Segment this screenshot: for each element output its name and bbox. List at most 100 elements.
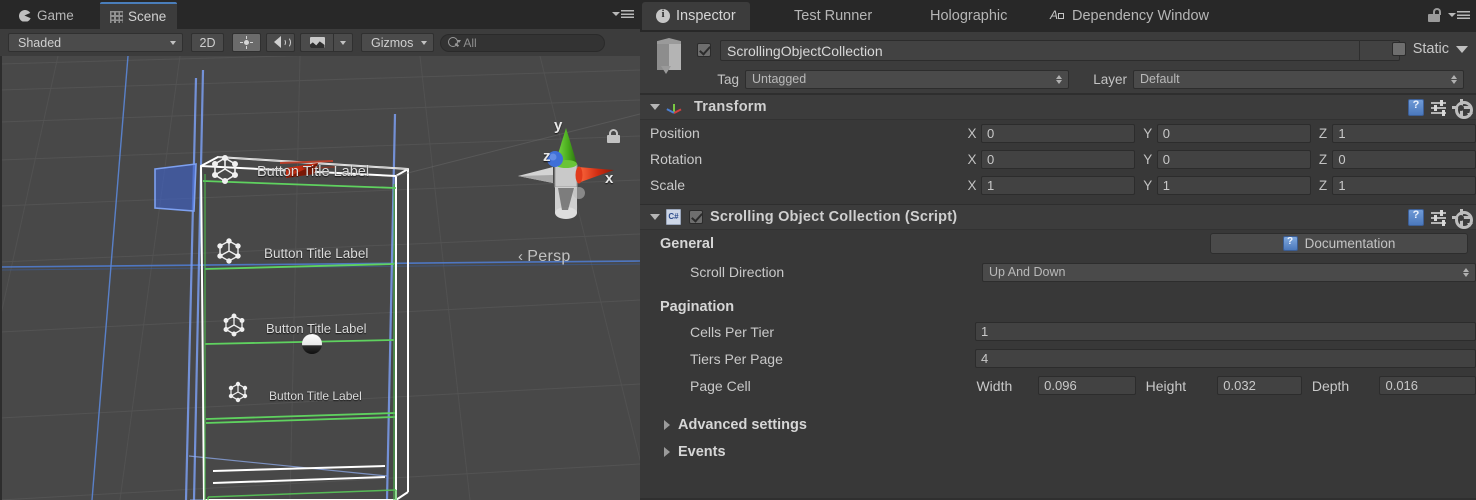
- preset-icon[interactable]: [1431, 210, 1446, 225]
- events-label: Events: [678, 443, 726, 460]
- info-icon: [656, 8, 670, 23]
- axis-y-label: Y: [1143, 177, 1153, 193]
- advanced-settings-label: Advanced settings: [678, 416, 807, 433]
- inspector-menu-icon[interactable]: [1448, 10, 1470, 22]
- position-x-input[interactable]: 0: [981, 123, 1136, 143]
- chevron-down-icon: [170, 40, 176, 45]
- tab-inspector[interactable]: Inspector: [642, 2, 750, 30]
- tag-dropdown[interactable]: Untagged: [745, 69, 1069, 89]
- rotation-y-input[interactable]: 0: [1156, 149, 1311, 169]
- page-cell-height-input[interactable]: 0.032: [1217, 376, 1302, 395]
- speaker-icon: [273, 36, 291, 49]
- scene-viewport[interactable]: y z x ‹ Persp Button Title Label Button T…: [0, 56, 640, 500]
- page-cell-width-value: 0.096: [1044, 378, 1077, 393]
- inspector-lock-icon[interactable]: [1428, 8, 1441, 22]
- page-cell-depth-label: Depth: [1311, 377, 1350, 394]
- search-icon: [448, 37, 461, 48]
- scroll-direction-row: Scroll Direction Up And Down: [640, 258, 1476, 286]
- preset-icon[interactable]: [1431, 100, 1446, 115]
- transform-header-buttons: [1408, 98, 1473, 119]
- tab-scene[interactable]: Scene: [100, 2, 178, 29]
- scroll-direction-label: Scroll Direction: [690, 264, 785, 280]
- axis-x-label: X: [967, 125, 977, 141]
- transform-component-header[interactable]: Transform: [640, 94, 1476, 120]
- hamburger-icon: [1457, 11, 1470, 20]
- documentation-button[interactable]: Documentation: [1210, 233, 1468, 254]
- scene-search-input[interactable]: All: [440, 33, 606, 52]
- tag-layer-row: Tag Untagged Layer Default: [640, 68, 1476, 90]
- position-y-input[interactable]: 0: [1156, 123, 1311, 143]
- tab-game[interactable]: Game: [8, 2, 85, 29]
- scene-toolbar: Shaded 2D Gizmos All: [0, 29, 640, 56]
- hamburger-icon: [621, 10, 634, 19]
- grid-icon: [110, 11, 123, 23]
- help-icon[interactable]: [1408, 99, 1424, 116]
- scene-fx-button[interactable]: [300, 33, 333, 52]
- scale-z-input[interactable]: 1: [1332, 175, 1476, 195]
- help-icon[interactable]: [1408, 209, 1424, 226]
- scene-lighting-button[interactable]: [232, 33, 261, 52]
- object-name-input[interactable]: ScrollingObjectCollection: [720, 40, 1400, 61]
- dependency-icon: A: [1050, 9, 1066, 23]
- scale-z-value: 1: [1338, 177, 1346, 193]
- position-label: Position: [650, 125, 700, 141]
- position-z-value: 1: [1338, 125, 1346, 141]
- updown-icon: [1451, 74, 1458, 85]
- general-section-header-row: General Documentation: [640, 230, 1476, 258]
- scale-x-input[interactable]: 1: [981, 175, 1136, 195]
- events-foldout-row[interactable]: Events: [640, 438, 1476, 465]
- scale-y-input[interactable]: 1: [1156, 175, 1311, 195]
- updown-icon: [1056, 74, 1063, 85]
- gear-icon[interactable]: [1452, 208, 1473, 229]
- static-dropdown-icon[interactable]: [1456, 45, 1468, 53]
- draw-mode-dropdown[interactable]: Shaded: [8, 33, 183, 52]
- scene-search-placeholder: All: [463, 35, 477, 50]
- layer-dropdown[interactable]: Default: [1133, 69, 1464, 89]
- events-foldout-icon[interactable]: [664, 446, 670, 457]
- page-cell-height-label: Height: [1145, 377, 1187, 394]
- cells-per-tier-input[interactable]: 1: [975, 322, 1476, 341]
- advanced-settings-foldout-row[interactable]: Advanced settings: [640, 411, 1476, 438]
- gear-icon[interactable]: [1452, 98, 1473, 119]
- csharp-script-icon: [666, 209, 681, 225]
- advanced-settings-foldout-icon[interactable]: [664, 419, 670, 430]
- page-cell-row: Page Cell Width 0.096 Height 0.032 Depth…: [640, 372, 1476, 399]
- toggle-2d-button[interactable]: 2D: [191, 33, 224, 52]
- rotation-z-value: 0: [1338, 151, 1346, 167]
- position-z-input[interactable]: 1: [1332, 123, 1476, 143]
- axis-x-label: X: [967, 151, 977, 167]
- tiers-per-page-label: Tiers Per Page: [690, 350, 783, 367]
- static-checkbox[interactable]: [1391, 42, 1406, 56]
- script-foldout-icon[interactable]: [650, 214, 660, 220]
- toggle-2d-label: 2D: [199, 35, 216, 50]
- scene-audio-button[interactable]: [266, 33, 295, 52]
- layer-value: Default: [1140, 72, 1180, 86]
- inspector-panel: Inspector Test Runner Holographic A Depe…: [640, 0, 1476, 500]
- transform-foldout-icon[interactable]: [650, 104, 660, 110]
- rotation-x-input[interactable]: 0: [981, 149, 1136, 169]
- axis-z-label: Z: [1318, 151, 1328, 167]
- script-component-header[interactable]: Scrolling Object Collection (Script): [640, 204, 1476, 230]
- chevron-down-icon: [421, 40, 428, 45]
- tab-holographic[interactable]: Holographic: [916, 2, 1021, 30]
- tab-test-runner[interactable]: Test Runner: [780, 2, 886, 30]
- scene-panel-menu-icon[interactable]: [612, 8, 634, 21]
- page-cell-depth-input[interactable]: 0.016: [1379, 376, 1476, 395]
- tab-dependency-window[interactable]: A Dependency Window: [1036, 2, 1223, 30]
- transform-axis-icon: [666, 99, 682, 115]
- scene-fx-dropdown[interactable]: [333, 33, 353, 52]
- tab-scene-label: Scene: [128, 9, 167, 24]
- page-cell-height-value: 0.032: [1223, 378, 1256, 393]
- page-cell-width-input[interactable]: 0.096: [1038, 376, 1136, 395]
- page-cell-depth-value: 0.016: [1385, 378, 1419, 393]
- scroll-direction-dropdown[interactable]: Up And Down: [982, 262, 1476, 282]
- cells-per-tier-row: Cells Per Tier 1: [640, 318, 1476, 345]
- script-enabled-checkbox[interactable]: [689, 210, 703, 224]
- tiers-per-page-input[interactable]: 4: [975, 349, 1476, 368]
- gizmos-dropdown[interactable]: Gizmos: [361, 33, 435, 52]
- scene-tab-strip: Game Scene: [0, 0, 640, 29]
- rotation-z-input[interactable]: 0: [1332, 149, 1476, 169]
- tab-holographic-label: Holographic: [930, 8, 1008, 24]
- chevron-down-icon: [340, 40, 346, 45]
- object-enabled-checkbox[interactable]: [697, 43, 711, 57]
